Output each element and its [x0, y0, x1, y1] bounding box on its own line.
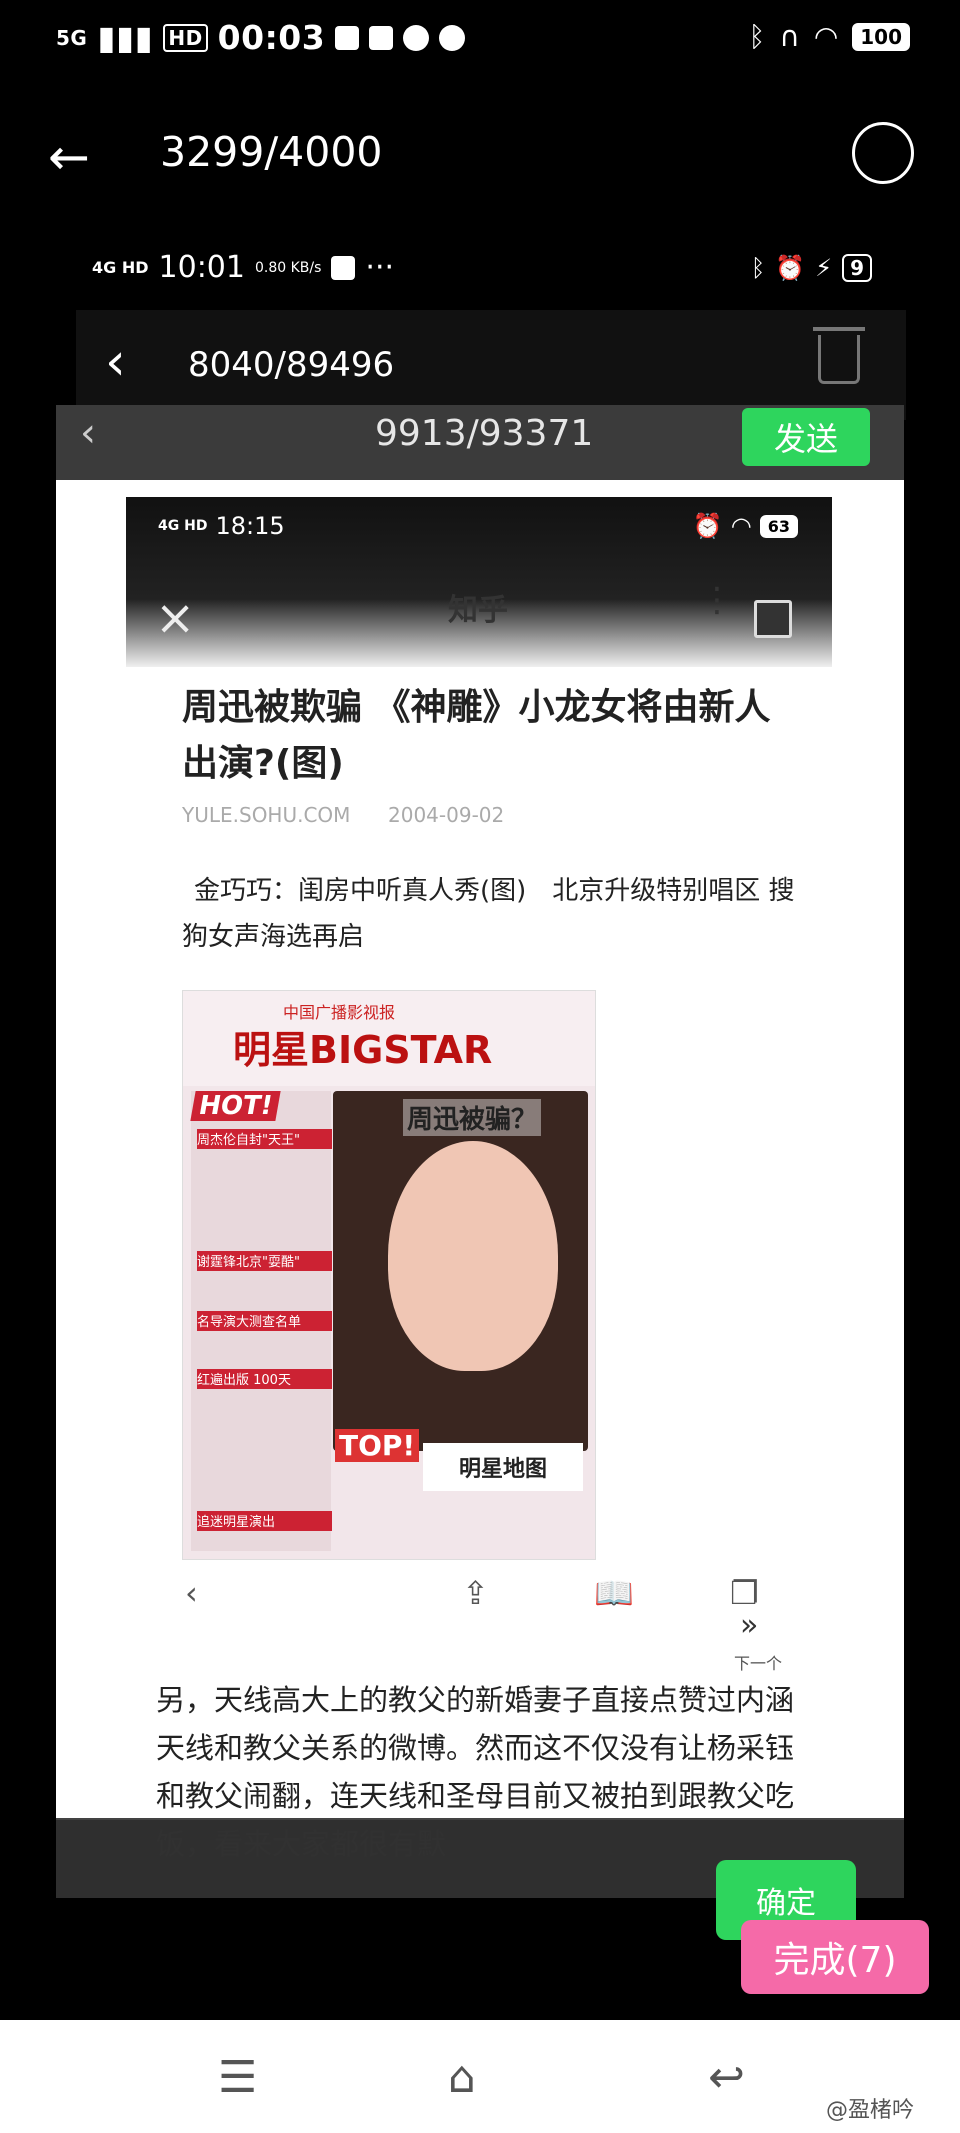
send-button[interactable]: 发送 [742, 408, 870, 466]
magazine-strip: 红遍出版 100天 [197, 1369, 332, 1389]
return-icon[interactable]: ↩ [708, 2052, 745, 2103]
zhihu-app-title: 知乎 [448, 593, 508, 628]
done-button[interactable]: 完成(7) [741, 1920, 929, 1994]
magazine-cover-image: 中国广播影视报 明星BIGSTAR 周杰伦自封"天王" 谢霆锋北京"耍酷" 名导… [182, 990, 596, 1560]
next-label[interactable]: 下一个 [734, 1650, 782, 1674]
nested-calendar-icon [331, 255, 356, 280]
nested-back-icon[interactable]: ‹ [105, 332, 126, 392]
nested-dots: ··· [365, 250, 395, 285]
back-arrow-icon[interactable]: ← [48, 128, 90, 186]
magazine-headline: 周迅被骗？ [403, 1099, 542, 1136]
browser-back-icon[interactable]: ‹ [185, 1574, 198, 1612]
zhihu-network: 4G HD [158, 518, 208, 534]
article-title: 周迅被欺骗 《神雕》小龙女将由新人出演?(图) [182, 687, 771, 784]
next-arrow-icon[interactable]: » [740, 1608, 758, 1643]
nested2-back-icon[interactable]: ‹ [80, 410, 96, 456]
zhihu-time: 18:15 [215, 512, 285, 540]
status-time: 00:03 [217, 18, 326, 57]
status-left: 5G ▮▮▮ HD 00:03 [56, 18, 466, 57]
nested-network: 4G HD [92, 258, 149, 277]
nested2-counter: 9913/93371 [375, 413, 594, 454]
zhihu-battery: 63 [759, 514, 798, 538]
magazine-logo: 明星BIGSTAR [233, 1028, 493, 1072]
nested-speed: 0.80 KB/s [254, 259, 322, 276]
nested-alarm-icon: ⏰ [775, 253, 806, 282]
status-bar: 5G ▮▮▮ HD 00:03 ᛒ ∩ ◠ 100 [0, 0, 960, 80]
portrait-face [388, 1141, 558, 1371]
magazine-strip: 名导演大测查名单 [197, 1311, 332, 1331]
select-circle-button[interactable] [852, 122, 914, 184]
check-icon [403, 24, 430, 51]
magazine-top-badge: TOP! [335, 1429, 420, 1462]
close-icon[interactable]: × [155, 590, 195, 646]
more-icon[interactable]: ⋮ [700, 580, 734, 620]
home-icon[interactable]: ⌂ [448, 2052, 476, 2103]
watermark: @盈楮吟 [826, 2098, 915, 2123]
nested-status-bar: 4G HD 10:01 0.80 KB/s ··· ᛒ ⏰ ⚡ 9 [92, 250, 872, 285]
wifi-icon: ◠ [813, 20, 839, 53]
article-date: 2004-09-02 [388, 803, 505, 827]
network-indicator: 5G [56, 25, 88, 50]
status-right: ᛒ ∩ ◠ 100 [748, 20, 910, 53]
related-links[interactable]: 金巧巧：闺房中听真人秀(图) 北京升级特别唱区 搜狗女声海选再启 [182, 868, 802, 960]
book-icon[interactable]: 📖 [594, 1574, 634, 1612]
nested-bluetooth-icon: ᛒ [750, 253, 766, 282]
nested-battery: 9 [842, 253, 872, 282]
tabs-icon[interactable]: ❐ [730, 1574, 759, 1612]
nested-charging-icon: ⚡ [815, 253, 833, 282]
magazine-sidebar: 周杰伦自封"天王" 谢霆锋北京"耍酷" 名导演大测查名单 红遍出版 100天 追… [191, 1091, 332, 1551]
headphones-icon: ∩ [779, 20, 800, 53]
nested-counter: 8040/89496 [188, 345, 395, 385]
bluetooth-icon: ᛒ [748, 20, 766, 53]
share-icon[interactable]: ⇪ [462, 1574, 489, 1612]
magazine-strip: 追迷明星演出 [197, 1511, 332, 1531]
battery-indicator: 100 [852, 22, 910, 51]
clipboard-icon [335, 25, 360, 50]
chat-icon [439, 24, 466, 51]
magazine-map-label: 明星地图 [423, 1443, 583, 1491]
zhihu-status-bar: 4G HD 18:15 ⏰ ◠ 63 [158, 512, 798, 540]
navigation-bar [0, 2020, 960, 2133]
zhihu-wifi-icon: ◠ [730, 512, 752, 540]
magazine-hot-badge: HOT! [190, 1091, 282, 1121]
hd-badge: HD [163, 23, 208, 52]
selection-box-icon[interactable] [754, 600, 792, 638]
menu-icon[interactable]: ☰ [218, 2052, 257, 2103]
zhihu-alarm-icon: ⏰ [692, 512, 723, 540]
image-counter: 3299/4000 [160, 128, 383, 176]
article-source[interactable]: YULE.SOHU.COM [182, 803, 350, 827]
magazine-strip: 谢霆锋北京"耍酷" [197, 1251, 332, 1271]
magazine-strip: 周杰伦自封"天王" [197, 1129, 332, 1149]
calendar-icon [369, 25, 394, 50]
trash-icon[interactable] [813, 327, 865, 384]
nested-time: 10:01 [158, 250, 245, 285]
signal-icon: ▮▮▮ [97, 18, 154, 57]
